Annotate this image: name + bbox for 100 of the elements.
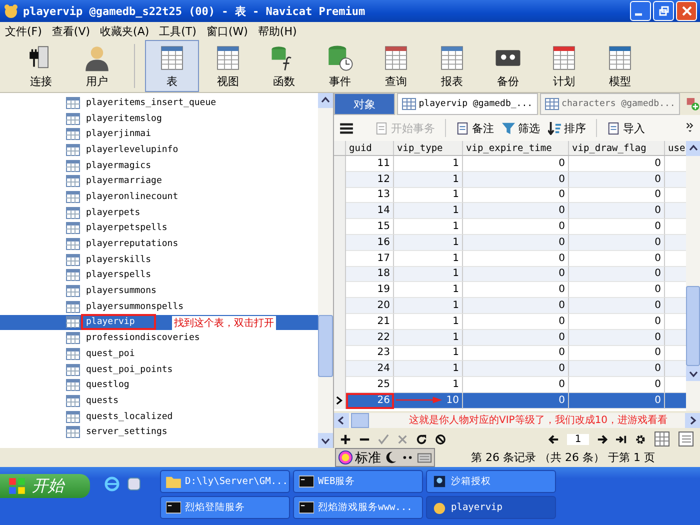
toolbar-button[interactable]: 导入 xyxy=(605,120,647,136)
tree-item[interactable]: quests xyxy=(0,393,318,409)
app-icon[interactable] xyxy=(126,476,142,492)
tree-item[interactable]: playermagics xyxy=(0,158,318,174)
restore-button[interactable] xyxy=(653,1,674,21)
more-icon[interactable] xyxy=(686,122,694,134)
toolbar-button[interactable]: 排序 xyxy=(546,120,588,136)
column-header[interactable]: vip_type xyxy=(394,141,463,155)
tree-item[interactable]: playerpets xyxy=(0,204,318,220)
toolbar-button[interactable]: 视图 xyxy=(201,40,255,92)
column-header[interactable]: guid xyxy=(346,141,394,155)
toolbar-button[interactable]: 模型 xyxy=(593,40,647,92)
tree-item[interactable]: playeritemslog xyxy=(0,110,318,126)
taskbar-button[interactable]: 烈焰登陆服务 xyxy=(160,496,290,519)
toolbar-button[interactable]: 连接 xyxy=(14,40,68,92)
toolbar-button[interactable]: 表 xyxy=(145,40,199,92)
taskbar-button[interactable]: 烈焰游戏服务www... xyxy=(293,496,423,519)
table-icon xyxy=(66,364,80,376)
tab[interactable]: characters @gamedb... xyxy=(540,93,680,115)
toolbar-button[interactable]: 查询 xyxy=(369,40,423,92)
toolbar-button[interactable]: 用户 xyxy=(70,40,124,92)
scroll-up-icon[interactable] xyxy=(318,93,333,108)
close-button[interactable] xyxy=(676,1,697,21)
tree-item[interactable]: playersummonspells xyxy=(0,298,318,315)
tree-item[interactable]: playersummons xyxy=(0,283,318,299)
taskbar-button[interactable]: 沙箱授权 xyxy=(426,470,556,493)
scroll-thumb[interactable] xyxy=(686,286,700,366)
form-view-icon[interactable] xyxy=(678,431,694,447)
scroll-right-icon[interactable] xyxy=(685,413,700,428)
app-icon xyxy=(3,3,19,19)
tree-item[interactable]: playerskills xyxy=(0,252,318,268)
page-field[interactable]: 1 xyxy=(567,434,589,444)
scroll-thumb[interactable] xyxy=(351,413,369,428)
tree-item[interactable]: server_settings xyxy=(0,424,318,440)
table-icon xyxy=(66,160,80,172)
toolbar-button[interactable]: 计划 xyxy=(537,40,591,92)
menu-item[interactable]: 收藏夹(A) xyxy=(100,24,150,38)
settings-icon[interactable] xyxy=(635,434,646,444)
ime-bar[interactable]: 标准 xyxy=(335,448,435,467)
new-tab-icon[interactable] xyxy=(686,97,700,111)
tree-item[interactable]: playerspells xyxy=(0,268,318,284)
tree-item[interactable]: playervip 找到这个表，双击打开 xyxy=(0,314,318,330)
cancel-icon[interactable] xyxy=(397,434,408,444)
scroll-down-icon[interactable] xyxy=(686,366,700,381)
tree-item[interactable]: playeritems_insert_queue xyxy=(0,95,318,111)
scroll-down-icon[interactable] xyxy=(318,433,333,448)
tab[interactable]: playervip @gamedb_... xyxy=(396,93,538,115)
tree-item[interactable]: playerlevelupinfo xyxy=(0,142,318,158)
menu-item[interactable]: 帮助(H) xyxy=(258,24,297,38)
column-header[interactable]: vip_expire_time xyxy=(463,141,569,155)
tree-item[interactable]: playerjinmai xyxy=(0,126,318,142)
tree-item[interactable]: playeronlinecount xyxy=(0,189,318,205)
refresh-icon[interactable] xyxy=(416,434,427,444)
menu-item[interactable]: 文件(F) xyxy=(5,24,42,38)
scroll-thumb[interactable] xyxy=(318,314,333,376)
taskbar-button[interactable]: WEB服务 xyxy=(293,470,423,493)
ime-mode[interactable]: 标准 xyxy=(355,448,381,466)
taskbar-button[interactable]: playervip xyxy=(426,496,556,519)
toolbar-button[interactable]: 事件 xyxy=(313,40,367,92)
grid-view-icon[interactable] xyxy=(654,431,670,447)
tab[interactable]: 对象 xyxy=(334,93,395,115)
tree-item[interactable]: quest_poi xyxy=(0,346,318,362)
column-header[interactable]: vip_draw_flag xyxy=(569,141,665,155)
check-icon[interactable] xyxy=(378,434,389,444)
tree-item[interactable]: playerreputations xyxy=(0,236,318,252)
minimize-icon xyxy=(635,12,642,16)
tree-item[interactable]: questlog xyxy=(0,377,318,394)
menu-icon[interactable] xyxy=(340,122,353,134)
scrollbar[interactable] xyxy=(686,141,700,411)
table-cell: 0 xyxy=(463,266,569,282)
previous-icon[interactable] xyxy=(548,434,559,444)
menu-item[interactable]: 查看(V) xyxy=(52,24,90,38)
tree-item[interactable]: professiondiscoveries xyxy=(0,330,318,346)
scrollbar[interactable] xyxy=(318,93,333,448)
toolbar-button[interactable]: 函数 xyxy=(257,40,311,92)
tree-item[interactable]: playermarriage xyxy=(0,173,318,190)
row-header[interactable] xyxy=(334,392,346,409)
toolbar-button[interactable]: 筛选 xyxy=(500,120,542,136)
toolbar-button[interactable]: 备份 xyxy=(481,40,535,92)
browser-icon[interactable] xyxy=(104,476,120,492)
next-icon[interactable] xyxy=(597,434,608,444)
table-cell: 0 xyxy=(569,172,665,188)
menu-item[interactable]: 工具(T) xyxy=(159,24,196,38)
minimize-button[interactable] xyxy=(630,1,651,21)
scrollbar[interactable]: 这就是你人物对应的VIP等级了，我们改成10，进游戏看看 xyxy=(334,413,700,428)
scroll-up-icon[interactable] xyxy=(686,141,700,156)
toolbar-button[interactable]: 报表 xyxy=(425,40,479,92)
scroll-left-icon[interactable] xyxy=(334,413,349,428)
tree-item[interactable]: quest_poi_points xyxy=(0,362,318,378)
taskbar-button[interactable]: D:\ly\Server\GM... xyxy=(160,470,290,493)
table-cell: 20 xyxy=(346,298,394,314)
table-icon xyxy=(66,128,80,140)
menu-item[interactable]: 窗口(W) xyxy=(206,24,248,38)
tree-item[interactable]: playerpetspells xyxy=(0,220,318,236)
stop-icon[interactable] xyxy=(435,434,446,444)
tree-item[interactable]: quests_localized xyxy=(0,408,318,424)
last-icon[interactable] xyxy=(616,434,627,444)
toolbar-button[interactable]: 备注 xyxy=(454,120,496,136)
add-icon[interactable] xyxy=(340,434,351,444)
table-icon xyxy=(66,175,80,188)
